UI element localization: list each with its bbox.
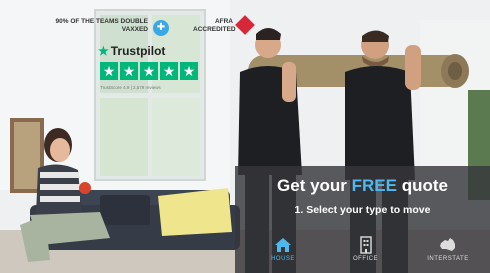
house-icon — [275, 238, 291, 252]
quote-step-text: 1. Select your type to move — [294, 204, 431, 216]
move-type-office-button[interactable]: OFFICE — [336, 236, 396, 273]
quote-title-highlight: FREE — [351, 176, 397, 195]
trustpilot-logo[interactable]: ★ Trustpilot — [98, 44, 165, 58]
move-type-interstate-button[interactable]: INTERSTATE — [418, 236, 478, 273]
move-type-label: OFFICE — [353, 256, 378, 262]
vaccinated-badge-text: 90% OF THE TEAMS DOUBLE VAXXED — [55, 18, 148, 33]
rating-star-icon: ★ — [100, 62, 118, 80]
afra-badge-text: AFRA ACCREDITED — [193, 18, 236, 33]
rating-star-icon: ★ — [120, 62, 138, 80]
move-type-label: HOUSE — [271, 256, 295, 262]
free-quote-panel: Get your FREE quote 1. Select your type … — [235, 166, 490, 273]
quote-title-suffix: quote — [396, 176, 448, 195]
building-icon — [359, 236, 372, 254]
trustpilot-score-text: TrustScore 4.9 | 2,579 reviews — [100, 85, 161, 90]
syringe-icon: ✚ — [153, 20, 169, 36]
trustpilot-rating-stars: ★ ★ ★ ★ ★ — [100, 62, 198, 80]
afra-logo-icon — [235, 15, 255, 35]
rating-star-icon: ★ — [140, 62, 158, 80]
trustpilot-brand-text: Trustpilot — [110, 44, 166, 58]
move-type-house-button[interactable]: HOUSE — [253, 236, 313, 273]
australia-map-icon — [440, 238, 455, 251]
move-type-label: INTERSTATE — [427, 256, 469, 262]
rating-star-icon: ★ — [160, 62, 178, 80]
trust-badges: 90% OF THE TEAMS DOUBLE VAXXED ✚ AFRA AC… — [18, 12, 258, 107]
quote-title: Get your FREE quote — [235, 176, 490, 196]
quote-title-prefix: Get your — [277, 176, 352, 195]
rating-star-icon: ★ — [180, 62, 198, 80]
move-type-options: HOUSE OFFICE INTERSTATE — [253, 236, 478, 273]
trustpilot-star-icon: ★ — [98, 44, 109, 58]
